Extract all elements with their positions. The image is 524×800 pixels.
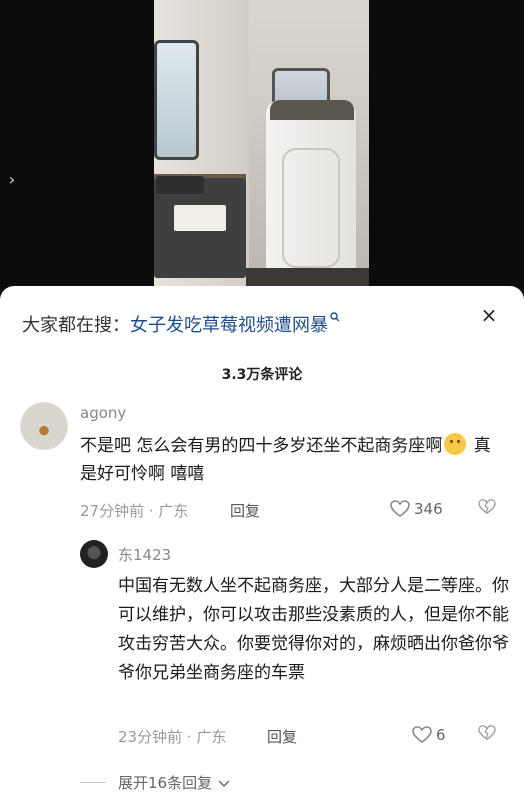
search-suggestion[interactable]: 大家都在搜： 女子发吃草莓视频遭网暴	[22, 312, 340, 336]
heart-icon[interactable]	[412, 726, 432, 749]
broken-heart-icon[interactable]	[478, 499, 496, 519]
expand-replies-label: 展开16条回复	[118, 774, 213, 792]
video-seat-top	[270, 100, 354, 120]
comment-meta: 27分钟前 · 广东	[80, 502, 189, 520]
video-frame	[154, 0, 369, 300]
like-count: 346	[414, 500, 443, 518]
comments-sheet: 大家都在搜： 女子发吃草莓视频遭网暴 × 3.3万条评论 agony 不是吧 怎…	[0, 286, 524, 800]
like-count: 6	[436, 726, 446, 744]
heart-icon[interactable]	[390, 500, 410, 523]
broken-heart-icon[interactable]	[478, 725, 496, 745]
search-suggestion-link[interactable]: 女子发吃草莓视频遭网暴	[130, 311, 328, 337]
divider	[80, 782, 106, 783]
avatar[interactable]	[80, 540, 108, 568]
reply-meta: 23分钟前 · 广东	[118, 728, 227, 746]
pleading-face-icon	[444, 433, 467, 455]
expand-replies-button[interactable]: 展开16条回复	[118, 772, 230, 793]
video-seat-panel	[282, 148, 340, 268]
comment-count: 3.3万条评论	[221, 367, 303, 383]
comment-username[interactable]: agony	[80, 404, 126, 422]
video-cabinet-slot	[174, 205, 226, 231]
reply-username[interactable]: 东1423	[118, 544, 171, 565]
search-icon	[330, 311, 340, 325]
avatar[interactable]	[20, 402, 68, 450]
comment-text: 不是吧 怎么会有男的四十多岁还坐不起商务座啊 真是好可怜啊 嘻嘻	[80, 432, 500, 488]
comment-text-part1: 不是吧 怎么会有男的四十多岁还坐不起商务座啊	[80, 436, 443, 456]
video-window-left	[154, 40, 199, 160]
video-tissue-box	[156, 176, 204, 194]
reply-text: 中国有无数人坐不起商务座，大部分人是二等座。你可以维护，你可以攻击那些没素质的人…	[118, 576, 509, 683]
video-player[interactable]: ›	[0, 0, 524, 300]
chevron-right-icon[interactable]: ›	[4, 170, 20, 190]
reply-button[interactable]: 回复	[230, 500, 260, 521]
search-suggestion-prefix: 大家都在搜：	[22, 315, 130, 336]
reply-button[interactable]: 回复	[267, 726, 297, 747]
close-icon[interactable]: ×	[478, 304, 500, 326]
chevron-down-icon	[214, 777, 230, 791]
